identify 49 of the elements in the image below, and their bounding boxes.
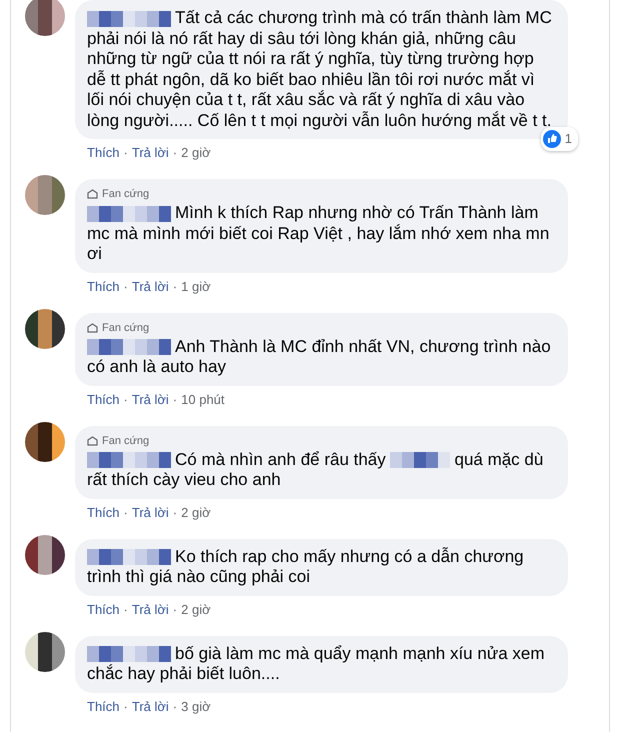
reply-link[interactable]: Trả lời (132, 278, 169, 294)
comment-text: Có mà nhìn anh để râu thấy quá mặc dù rất thích cày vieu cho anh (87, 450, 544, 490)
like-link[interactable]: Thích (87, 278, 120, 294)
comment-text: Anh Thành là MC đỉnh nhất VN, chương trình nào có anh là auto hay (87, 336, 552, 378)
comment-text: Mình k thích Rap nhưng nhờ có Trấn Thành làm mc mà mình mới biết coi Rap Việt , hay lắm nhớ xem nha mn ơi (87, 203, 550, 264)
separator-dot: · (124, 602, 128, 616)
separator-dot: · (124, 504, 128, 520)
comment-time: 10 phút (181, 392, 225, 406)
separator-dot: · (124, 145, 128, 160)
avatar-placeholder (25, 308, 65, 348)
like-link[interactable]: Thích (87, 392, 120, 406)
avatar-placeholder (25, 534, 65, 574)
like-icon (542, 130, 561, 148)
reply-link[interactable]: Trả lời (132, 392, 169, 406)
reaction-count[interactable]: 1 (540, 126, 578, 151)
badge-icon (87, 322, 98, 332)
separator-dot: · (124, 278, 128, 294)
separator-dot: · (172, 145, 178, 160)
comment-time: 2 giờ (181, 602, 211, 616)
separator-dot: · (172, 278, 178, 294)
fan-badge-label: Fan cứng (102, 320, 150, 334)
separator-dot: · (172, 392, 178, 406)
avatar-placeholder (25, 0, 65, 36)
fan-badge-label: Fan cứng (102, 187, 150, 201)
comment-text: Ko thích rap cho mấy nhưng có a dẫn chương trình thì giá nào cũng phải coi (87, 546, 525, 588)
avatar-placeholder (25, 422, 65, 462)
comment-time: 2 giờ (181, 504, 211, 520)
like-link[interactable]: Thích (87, 145, 120, 160)
like-link[interactable]: Thích (87, 698, 120, 714)
badge-icon (87, 436, 98, 446)
comment-time: 1 giờ (181, 278, 211, 294)
badge-icon (87, 189, 98, 199)
comment-time: 2 giờ (181, 145, 211, 160)
separator-dot: · (124, 698, 128, 714)
fan-badge-label: Fan cứng (102, 434, 150, 448)
reply-link[interactable]: Trả lời (132, 145, 169, 160)
like-link[interactable]: Thích (87, 602, 120, 616)
reply-link[interactable]: Trả lời (132, 602, 169, 616)
separator-dot: · (172, 602, 178, 616)
avatar-placeholder (25, 632, 65, 672)
like-link[interactable]: Thích (87, 504, 120, 520)
comment-time: 3 giờ (181, 698, 211, 714)
reply-link[interactable]: Trả lời (132, 698, 169, 714)
separator-dot: · (124, 392, 128, 406)
reply-link[interactable]: Trả lời (132, 504, 169, 520)
separator-dot: · (172, 504, 178, 520)
avatar-placeholder (25, 175, 65, 215)
comment-text: bố già làm mc mà quẩy mạnh mạnh xíu nửa xem chắc hay phải biết luôn.... (87, 644, 546, 684)
separator-dot: · (172, 698, 178, 714)
